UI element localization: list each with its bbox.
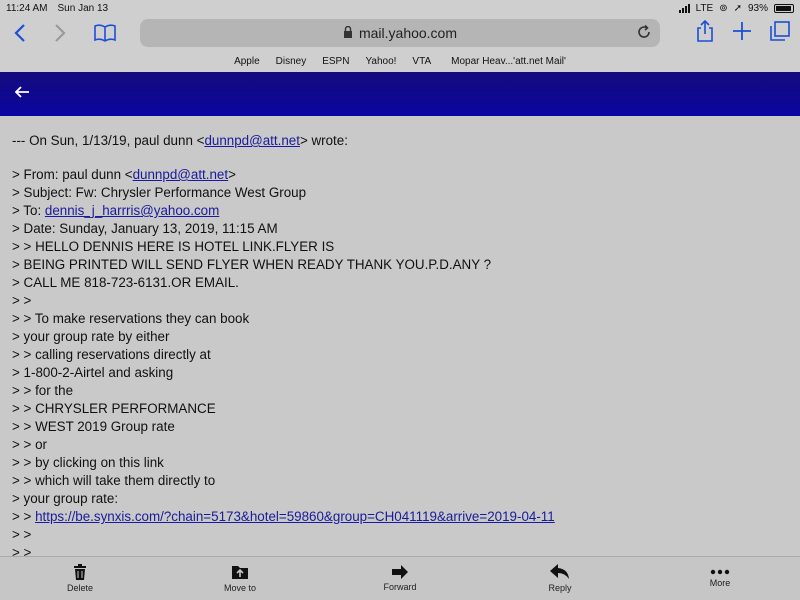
bookmark-espn[interactable]: ESPN [322, 56, 349, 67]
subject-line: > Subject: Fw: Chrysler Performance West… [12, 185, 307, 200]
bookmarks-button[interactable] [80, 16, 130, 50]
body-line: > > WEST 2019 Group rate [12, 419, 175, 434]
message-action-bar: Delete Move to Forward Reply More [0, 556, 800, 600]
signal-icon [678, 3, 690, 13]
location-icon: ➚ [733, 2, 742, 14]
bookmark-mopar[interactable]: Mopar Heav...'att.net Mail' [451, 56, 566, 67]
reply-label: Reply [548, 583, 572, 593]
body-line: > > CHRYSLER PERFORMANCE [12, 401, 216, 416]
back-button[interactable] [0, 16, 40, 50]
back-arrow-icon[interactable] [14, 85, 30, 104]
more-button[interactable]: More [680, 569, 760, 588]
from-line: > From: paul dunn <dunnpd@att.net> [12, 167, 236, 182]
forward-label: Forward [383, 582, 417, 592]
battery-icon [774, 3, 794, 13]
address-bar[interactable]: mail.yahoo.com [140, 19, 660, 47]
book-icon [94, 24, 116, 42]
email-body: --- On Sun, 1/13/19, paul dunn <dunnpd@a… [0, 116, 800, 556]
share-icon[interactable] [696, 19, 714, 47]
body-line: > BEING PRINTED WILL SEND FLYER WHEN REA… [12, 257, 492, 272]
status-date: Sun Jan 13 [57, 2, 109, 14]
from-email-link[interactable]: dunnpd@att.net [133, 167, 229, 182]
bookmark-disney[interactable]: Disney [276, 56, 307, 67]
bookmark-yahoo[interactable]: Yahoo! [365, 56, 396, 67]
chevron-right-icon [55, 24, 66, 42]
more-label: More [709, 578, 731, 588]
forward-arrow-icon [392, 565, 408, 579]
delete-button[interactable]: Delete [40, 564, 120, 593]
tabs-icon[interactable] [770, 20, 790, 46]
trash-icon [74, 564, 86, 580]
body-line: > your group rate: [12, 491, 119, 506]
body-line: > > for the [12, 383, 74, 398]
hotel-link-line: > > https://be.synxis.com/?chain=5173&ho… [12, 509, 555, 524]
to-email-link[interactable]: dennis_j_harrris@yahoo.com [45, 203, 219, 218]
delete-label: Delete [66, 583, 93, 593]
forward-button[interactable]: Forward [360, 565, 440, 592]
network-label: LTE [695, 2, 714, 14]
forward-nav-button[interactable] [40, 16, 80, 50]
bookmark-vta[interactable]: VTA [412, 56, 431, 67]
lock-rotation-icon: ⊚ [719, 2, 728, 14]
bookmark-apple[interactable]: Apple [234, 56, 260, 67]
body-line: > > [12, 293, 32, 308]
chevron-left-icon [14, 24, 25, 42]
move-to-button[interactable]: Move to [200, 564, 280, 593]
status-time: 11:24 AM [6, 2, 48, 14]
body-line: > > which will take them directly to [12, 473, 216, 488]
body-line: > > calling reservations directly at [12, 347, 211, 362]
body-line: > > or [12, 437, 47, 452]
battery-percent: 93% [747, 2, 768, 14]
quote-intro: --- On Sun, 1/13/19, paul dunn <dunnpd@a… [12, 133, 348, 148]
reload-icon[interactable] [636, 24, 652, 43]
more-dots-icon [710, 569, 730, 575]
mail-header [0, 72, 800, 116]
body-line: > > [12, 527, 32, 542]
body-line: > > [12, 545, 32, 556]
url-text: mail.yahoo.com [358, 25, 458, 41]
status-bar: 11:24 AM Sun Jan 13 LTE ⊚ ➚ 93% [0, 0, 800, 16]
body-line: > > HELLO DENNIS HERE IS HOTEL LINK.FLYE… [12, 239, 335, 254]
lock-icon [343, 25, 353, 41]
browser-toolbar: mail.yahoo.com [0, 16, 800, 50]
folder-move-icon [232, 566, 248, 579]
body-line: > > To make reservations they can book [12, 311, 250, 326]
hotel-booking-link[interactable]: https://be.synxis.com/?chain=5173&hotel=… [35, 509, 555, 524]
date-line: > Date: Sunday, January 13, 2019, 11:15 … [12, 221, 278, 236]
reply-arrow-icon [550, 564, 569, 579]
intro-email-link[interactable]: dunnpd@att.net [204, 133, 300, 148]
to-line: > To: dennis_j_harrris@yahoo.com [12, 203, 220, 218]
favorites-bar: Apple Disney ESPN Yahoo! VTA Mopar Heav.… [0, 50, 800, 72]
move-to-label: Move to [223, 583, 256, 593]
body-line: > 1-800-2-Airtel and asking [12, 365, 174, 380]
new-tab-icon[interactable] [732, 21, 752, 46]
body-line: > > by clicking on this link [12, 455, 164, 470]
reply-button[interactable]: Reply [520, 564, 600, 593]
body-line: > CALL ME 818-723-6131.OR EMAIL. [12, 275, 239, 290]
body-line: > your group rate by either [12, 329, 170, 344]
